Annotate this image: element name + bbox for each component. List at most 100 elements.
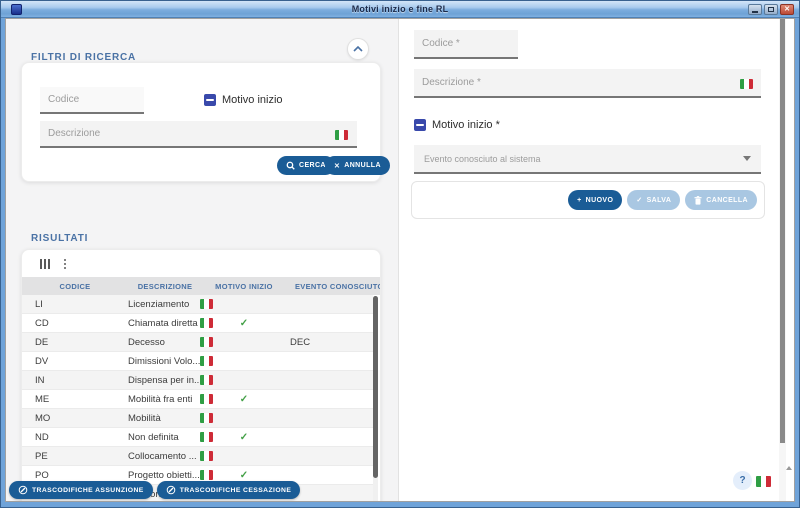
cell-codice: PE (35, 451, 115, 462)
cell-descrizione: Progetto obietti... (115, 470, 215, 481)
table-row[interactable]: DVDimissioni Volo... (22, 352, 373, 371)
column-header-evento-conosciuto[interactable]: EVENTO CONOSCIUTO... (273, 282, 380, 291)
app-icon (11, 4, 22, 15)
close-icon: ✕ (784, 6, 790, 13)
descrizione-detail-input[interactable] (414, 69, 761, 98)
italian-flag-icon (200, 337, 213, 347)
minimize-button[interactable] (748, 4, 762, 15)
page-scrollbar-thumb[interactable] (780, 19, 785, 443)
cancella-button[interactable]: CANCELLA (685, 190, 757, 210)
window-titlebar[interactable]: Motivi inizio e fine RL ✕ (1, 1, 799, 18)
annulla-button[interactable]: ✕ ANNULLA (325, 156, 390, 175)
codice-filter-input[interactable] (40, 87, 144, 114)
maximize-button[interactable] (764, 4, 778, 15)
descrizione-filter-input[interactable] (40, 121, 357, 148)
language-italian-flag-icon[interactable] (756, 476, 771, 487)
window-title: Motivi inizio e fine RL (1, 4, 799, 14)
table-row[interactable]: CDChiamata diretta ✓ (22, 314, 373, 333)
page-scrollbar[interactable] (779, 19, 786, 501)
checkbox-indeterminate-icon (204, 94, 216, 106)
window-controls: ✕ (748, 4, 794, 15)
table-toolbar (22, 250, 380, 277)
cell-motivo-inizio: ✓ (215, 470, 273, 481)
check-icon: ✓ (636, 196, 642, 204)
motivo-inizio-filter-checkbox[interactable]: Motivo inizio (204, 94, 283, 106)
table-row[interactable]: DEDecesso DEC (22, 333, 373, 352)
search-panel: FILTRI DI RICERCA Motivo inizio CERCA ✕ (6, 19, 398, 501)
question-icon: ? (739, 475, 745, 486)
motivo-inizio-detail-label: Motivo inizio * (432, 119, 500, 131)
table-header: CODICE DESCRIZIONE MOTIVO INIZIO EVENTO … (22, 277, 380, 295)
motivo-inizio-detail-checkbox[interactable]: Motivo inizio * (414, 119, 500, 131)
motivo-inizio-filter-label: Motivo inizio (222, 94, 283, 106)
table-row[interactable]: PECollocamento ... (22, 447, 373, 466)
cell-codice: ME (35, 394, 115, 405)
cerca-label: CERCA (299, 162, 326, 169)
table-row[interactable]: MOMobilità (22, 409, 373, 428)
italian-flag-icon (200, 470, 213, 480)
table-row[interactable]: LILicenziamento (22, 295, 373, 314)
salva-label: SALVA (647, 197, 672, 204)
transcode-icon (18, 485, 28, 495)
cell-descrizione: Dimissioni Volo... (115, 356, 215, 367)
cell-motivo-inizio: ✓ (215, 432, 273, 443)
search-icon (286, 161, 295, 170)
table-scrollbar[interactable] (373, 296, 378, 501)
column-header-motivo-inizio[interactable]: MOTIVO INIZIO (215, 282, 273, 291)
nuovo-button[interactable]: + NUOVO (568, 190, 622, 210)
cancella-label: CANCELLA (706, 197, 748, 204)
cell-codice: CD (35, 318, 115, 329)
app-window: Motivi inizio e fine RL ✕ FILTRI DI RICE… (0, 0, 800, 508)
column-header-descrizione[interactable]: DESCRIZIONE (115, 282, 215, 291)
column-header-codice[interactable]: CODICE (35, 282, 115, 291)
italian-flag-icon (200, 299, 213, 309)
minimize-icon (752, 11, 758, 13)
collapse-filters-button[interactable] (347, 38, 369, 60)
cell-codice: PO (35, 470, 115, 481)
codice-detail-input[interactable] (414, 30, 518, 59)
cell-descrizione: Mobilità (115, 413, 215, 424)
filters-card: Motivo inizio CERCA ✕ ANNULLA (21, 62, 381, 182)
cell-evento-conosciuto: DEC (273, 337, 373, 348)
cell-descrizione: Decesso (115, 337, 215, 348)
italian-flag-icon (335, 130, 348, 140)
cell-codice: DV (35, 356, 115, 367)
chevron-up-icon (353, 46, 363, 52)
trascodifiche-cessazione-button[interactable]: TRASCODIFICHE CESSAZIONE (157, 481, 301, 499)
cell-codice: IN (35, 375, 115, 386)
italian-flag-icon (740, 79, 753, 89)
cell-codice: MO (35, 413, 115, 424)
italian-flag-icon (200, 413, 213, 423)
trascodifiche-assunzione-button[interactable]: TRASCODIFICHE ASSUNZIONE (9, 481, 153, 499)
x-icon: ✕ (334, 162, 340, 170)
help-button[interactable]: ? (733, 471, 752, 490)
table-row[interactable]: NDNon definita✓ (22, 428, 373, 447)
annulla-label: ANNULLA (344, 162, 381, 169)
evento-conosciuto-placeholder: Evento conosciuto al sistema (424, 154, 743, 164)
cell-motivo-inizio: ✓ (215, 318, 273, 329)
cell-descrizione: Chiamata diretta (115, 318, 215, 329)
chevron-down-icon (743, 156, 751, 161)
close-button[interactable]: ✕ (780, 4, 794, 15)
nuovo-label: NUOVO (586, 197, 614, 204)
cell-descrizione: Mobilità fra enti (115, 394, 215, 405)
cell-descrizione: Dispensa per in... (115, 375, 215, 386)
table-row[interactable]: INDispensa per in... (22, 371, 373, 390)
footer-buttons: TRASCODIFICHE ASSUNZIONE TRASCODIFICHE C… (9, 481, 300, 499)
salva-button[interactable]: ✓ SALVA (627, 190, 680, 210)
italian-flag-icon (200, 318, 213, 328)
more-options-icon[interactable] (64, 259, 66, 269)
table-scrollbar-thumb[interactable] (373, 296, 378, 478)
detail-actions-card: + NUOVO ✓ SALVA CANCELLA (411, 181, 765, 219)
check-icon: ✓ (240, 394, 248, 405)
cell-descrizione: Non definita (115, 432, 215, 443)
trascodifiche-cessazione-label: TRASCODIFICHE CESSAZIONE (180, 487, 292, 494)
evento-conosciuto-select[interactable]: Evento conosciuto al sistema (414, 145, 761, 174)
cell-codice: DE (35, 337, 115, 348)
italian-flag-icon (200, 375, 213, 385)
window-content: FILTRI DI RICERCA Motivo inizio CERCA ✕ (5, 18, 795, 502)
check-icon: ✓ (240, 432, 248, 443)
check-icon: ✓ (240, 318, 248, 329)
table-row[interactable]: MEMobilità fra enti ✓ (22, 390, 373, 409)
columns-icon[interactable] (40, 259, 50, 269)
